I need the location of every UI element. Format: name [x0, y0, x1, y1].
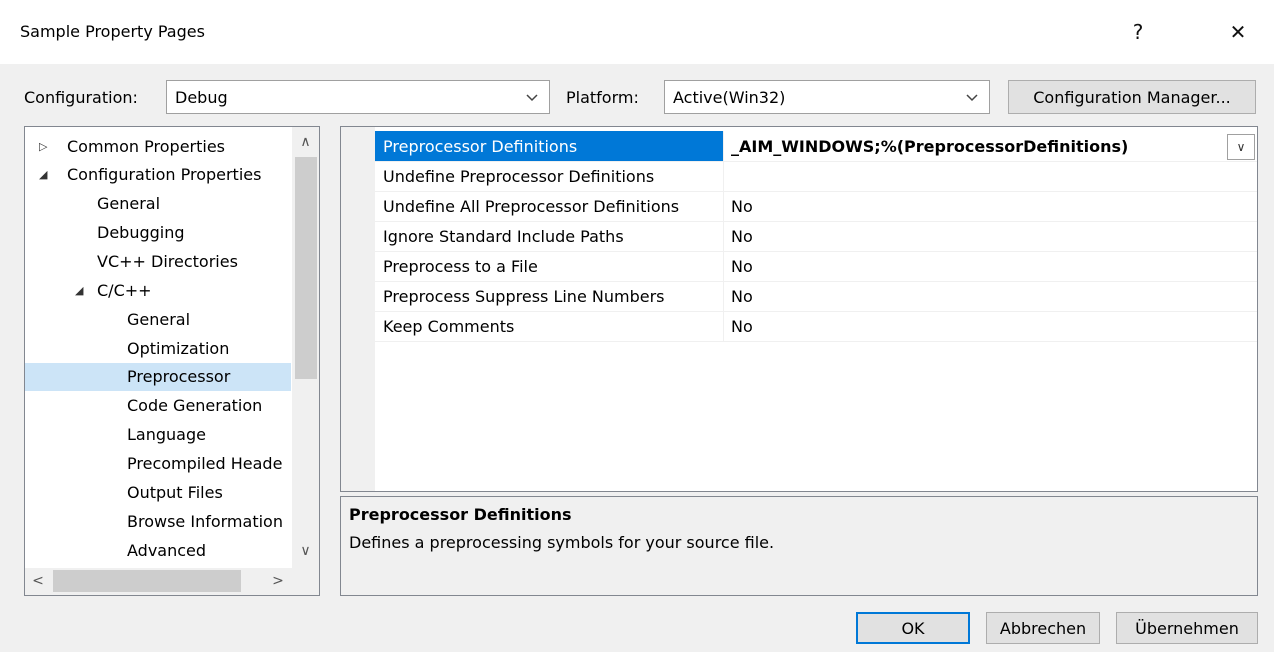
tree-item-label: Common Properties [67, 137, 226, 156]
property-row[interactable]: Preprocessor Definitions _AIM_WINDOWS;%(… [375, 131, 1257, 162]
platform-label: Platform: [566, 88, 639, 107]
configuration-label: Configuration: [24, 88, 138, 107]
property-name: Preprocessor Definitions [383, 137, 578, 156]
horizontal-scroll-thumb[interactable] [53, 570, 241, 592]
tree-item-precompiled-headers[interactable]: Precompiled Heade [25, 450, 291, 478]
close-icon: ✕ [1229, 20, 1247, 44]
ok-button[interactable]: OK [856, 612, 970, 644]
tree-item-general[interactable]: General [25, 190, 291, 218]
description-text: Defines a preprocessing symbols for your… [349, 533, 775, 552]
configuration-manager-button[interactable]: Configuration Manager... [1008, 80, 1256, 114]
help-button[interactable]: ? [1118, 14, 1158, 50]
property-value[interactable]: No [731, 227, 753, 246]
property-name: Preprocess Suppress Line Numbers [383, 287, 665, 306]
property-row[interactable]: Undefine Preprocessor Definitions [375, 161, 1257, 192]
column-divider [723, 191, 724, 221]
tree-item-browse-information[interactable]: Browse Information [25, 508, 291, 536]
tree-item-common-properties[interactable]: ▷ Common Properties [25, 133, 291, 161]
tree-item-output-files[interactable]: Output Files [25, 479, 291, 507]
property-value[interactable]: No [731, 287, 753, 306]
tree-item-label: General [97, 194, 161, 213]
expand-arrow-icon[interactable]: ▷ [39, 133, 47, 161]
tree-item-cpp-general[interactable]: General [25, 306, 291, 334]
column-divider [723, 311, 724, 341]
tree-item-label: Language [127, 425, 206, 444]
property-row[interactable]: Preprocess to a File No [375, 251, 1257, 282]
column-divider [723, 221, 724, 251]
scroll-down-icon[interactable]: ∨ [292, 540, 319, 562]
tree-item-code-generation[interactable]: Code Generation [25, 392, 291, 420]
tree-item-label: C/C++ [97, 281, 152, 300]
tree-item-label: Advanced [127, 541, 207, 560]
chevron-down-icon: ∨ [1236, 140, 1246, 154]
tree-item-debugging[interactable]: Debugging [25, 219, 291, 247]
cancel-button[interactable]: Abbrechen [986, 612, 1100, 644]
description-title: Preprocessor Definitions [349, 505, 572, 524]
property-tree[interactable]: ▷ Common Properties ◢ Configuration Prop… [24, 126, 320, 596]
apply-button[interactable]: Übernehmen [1116, 612, 1258, 644]
tree-item-label: General [127, 310, 191, 329]
tree-item-label: Code Generation [127, 396, 263, 415]
value-dropdown-button[interactable]: ∨ [1227, 134, 1255, 160]
window-title: Sample Property Pages [20, 22, 205, 41]
column-divider [723, 281, 724, 311]
tree-item-c-cpp[interactable]: ◢ C/C++ [25, 277, 291, 305]
collapse-arrow-icon[interactable]: ◢ [39, 161, 47, 189]
property-row[interactable]: Preprocess Suppress Line Numbers No [375, 281, 1257, 312]
property-name: Ignore Standard Include Paths [383, 227, 624, 246]
property-name: Undefine Preprocessor Definitions [383, 167, 655, 186]
configuration-dropdown[interactable]: Debug [166, 80, 550, 114]
tree-item-language[interactable]: Language [25, 421, 291, 449]
property-row[interactable]: Ignore Standard Include Paths No [375, 221, 1257, 252]
column-divider [723, 131, 724, 161]
property-name: Preprocess to a File [383, 257, 538, 276]
tree-item-label: Browse Information [127, 512, 283, 531]
tree-item-vc-directories[interactable]: VC++ Directories [25, 248, 291, 276]
property-row[interactable]: Undefine All Preprocessor Definitions No [375, 191, 1257, 222]
tree-item-preprocessor[interactable]: Preprocessor [25, 363, 291, 391]
property-value[interactable]: No [731, 317, 753, 336]
collapse-arrow-icon[interactable]: ◢ [75, 277, 83, 305]
chevron-down-icon [965, 87, 979, 107]
tree-item-label: Debugging [97, 223, 185, 242]
property-value[interactable]: _AIM_WINDOWS;%(PreprocessorDefinitions) [731, 137, 1128, 156]
property-row[interactable]: Keep Comments No [375, 311, 1257, 342]
property-value[interactable]: No [731, 197, 753, 216]
tree-item-label: Precompiled Heade [127, 454, 283, 473]
description-panel: Preprocessor Definitions Defines a prepr… [340, 496, 1258, 596]
tree-item-label: Optimization [127, 339, 230, 358]
tree-item-optimization[interactable]: Optimization [25, 335, 291, 363]
scroll-right-icon[interactable]: > [265, 570, 291, 592]
column-divider [723, 251, 724, 281]
property-name: Undefine All Preprocessor Definitions [383, 197, 680, 216]
scroll-up-icon[interactable]: ∧ [292, 131, 319, 153]
tree-item-configuration-properties[interactable]: ◢ Configuration Properties [25, 161, 291, 189]
close-button[interactable]: ✕ [1218, 14, 1258, 50]
platform-dropdown[interactable]: Active(Win32) [664, 80, 990, 114]
property-name: Keep Comments [383, 317, 515, 336]
tree-horizontal-scrollbar[interactable]: < > [25, 568, 319, 595]
column-divider [723, 161, 724, 191]
property-value[interactable]: No [731, 257, 753, 276]
vertical-scroll-thumb[interactable] [295, 157, 317, 379]
tree-item-label: Preprocessor [127, 367, 231, 386]
tree-item-label: Output Files [127, 483, 223, 502]
property-grid[interactable]: Preprocessor Definitions _AIM_WINDOWS;%(… [340, 126, 1258, 492]
chevron-down-icon [525, 87, 539, 107]
tree-item-advanced[interactable]: Advanced [25, 537, 291, 565]
grid-margin [341, 127, 375, 491]
tree-vertical-scrollbar[interactable]: ∧ ∨ [292, 127, 319, 568]
tree-item-label: Configuration Properties [67, 165, 262, 184]
platform-value: Active(Win32) [673, 87, 786, 107]
configuration-value: Debug [175, 87, 228, 107]
tree-item-label: VC++ Directories [97, 252, 238, 271]
scroll-left-icon[interactable]: < [25, 570, 51, 592]
